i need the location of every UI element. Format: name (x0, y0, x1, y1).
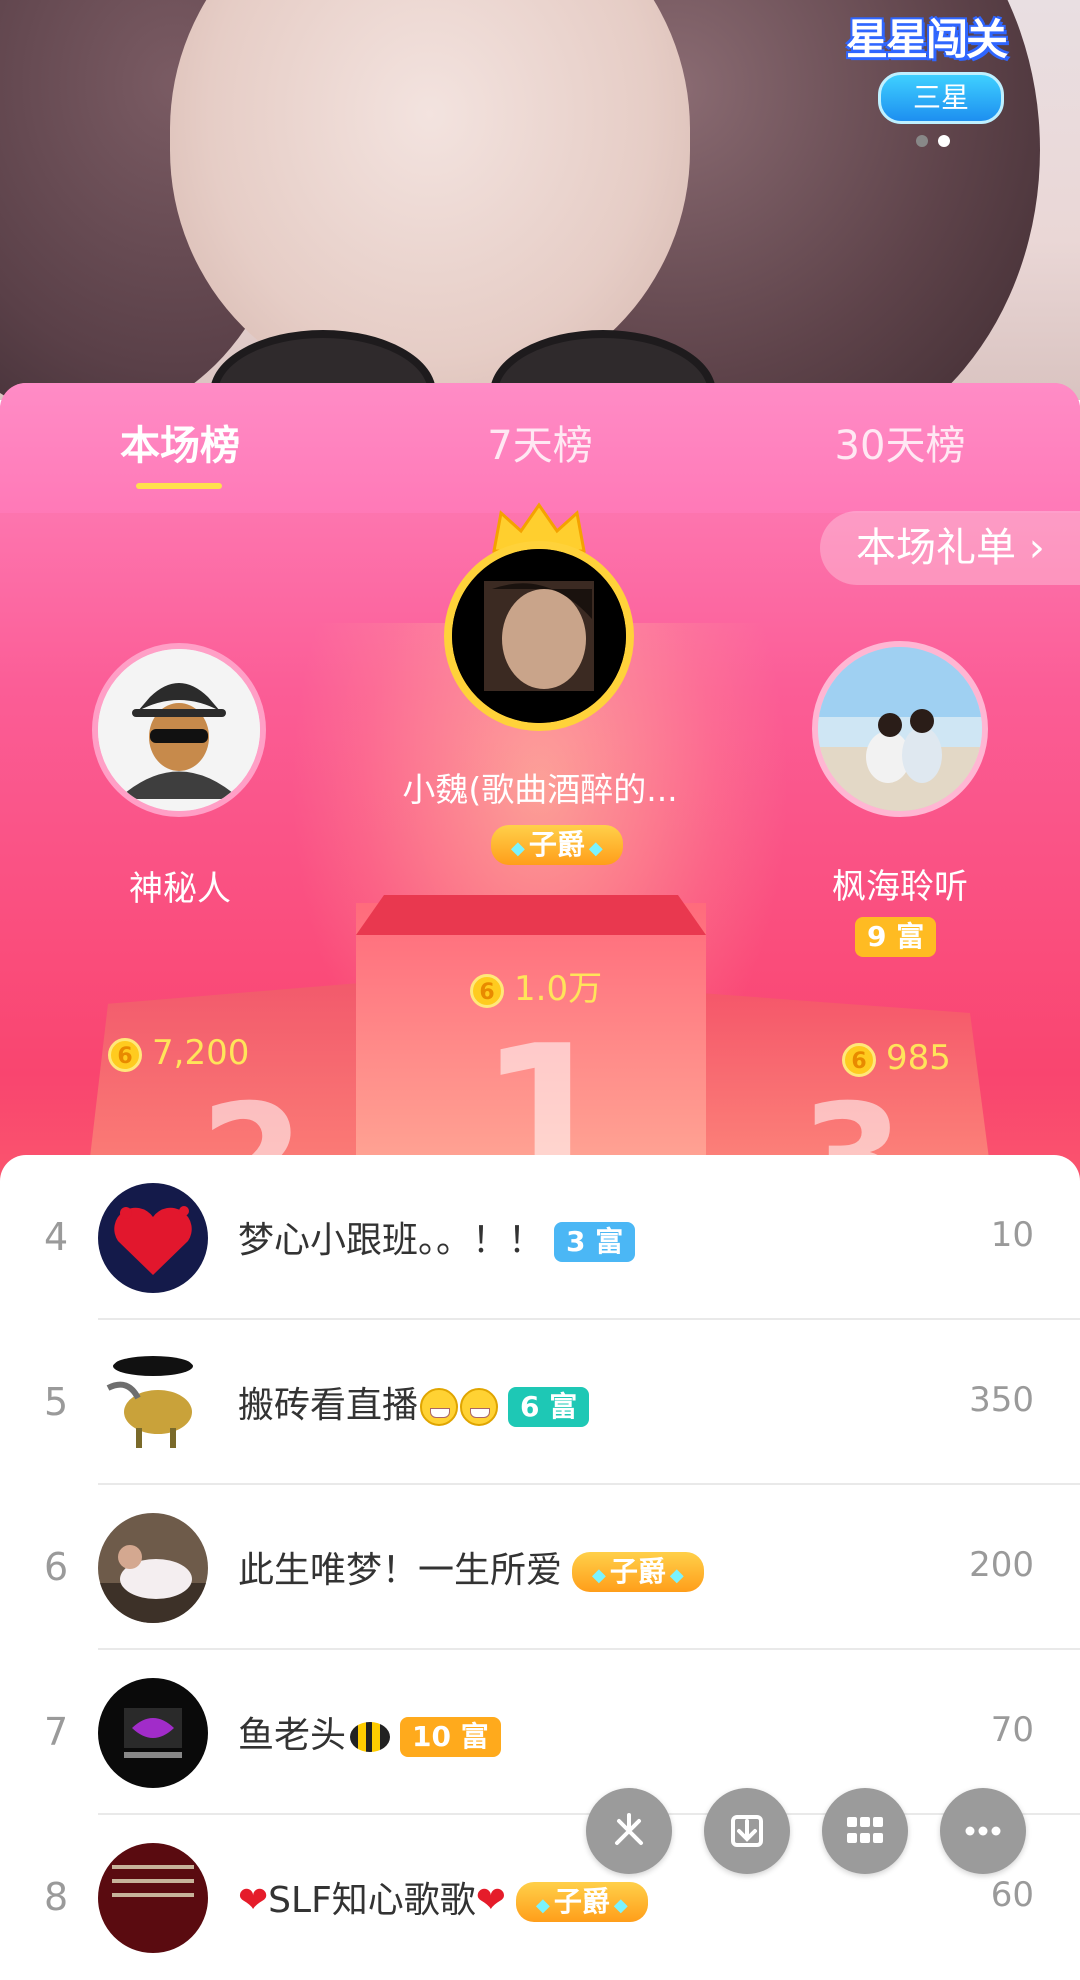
coin-icon: 6 (470, 973, 504, 1008)
top2-avatar-image (98, 649, 260, 811)
avatar[interactable] (98, 1843, 208, 1953)
list-item[interactable]: 4 梦心小跟班。。！！ 3 富 10 (0, 1155, 1080, 1320)
download-button[interactable] (704, 1788, 790, 1874)
score: 10 (990, 1215, 1034, 1255)
top3-avatar-image (818, 647, 982, 811)
avatar-image (98, 1843, 208, 1953)
page-dot (916, 135, 928, 147)
top2-avatar[interactable] (92, 643, 266, 817)
user-name: 搬砖看直播 (238, 1385, 419, 1426)
list-item-name-line: 搬砖看直播 6 富 (238, 1376, 590, 1428)
list-item-name-line: 此生唯梦！一生所爱子爵 (238, 1541, 704, 1593)
score: 350 (969, 1380, 1034, 1420)
fish-emoji-icon (350, 1722, 391, 1752)
gift-list-button[interactable]: 本场礼单 › (820, 511, 1080, 585)
list-item[interactable]: 7 鱼老头 10 富 70 (0, 1650, 1080, 1815)
avatar[interactable] (98, 1678, 208, 1788)
rich-level-badge: 3 富 (554, 1222, 636, 1262)
avatar-image (98, 1678, 208, 1788)
list-item-name-line: 鱼老头 10 富 (238, 1706, 501, 1758)
top1-score-value: 1.0万 (514, 969, 603, 1009)
heart-icon: ❤ (475, 1880, 506, 1921)
grin-emoji-icon (420, 1388, 459, 1426)
grid-button[interactable] (822, 1788, 908, 1874)
list-item-name-line: ❤SLF知心歌歌❤子爵 (238, 1871, 648, 1923)
top2-score: 6 7,200 (108, 1033, 249, 1073)
user-name: SLF知心歌歌 (268, 1880, 476, 1921)
top3-name: 枫海聆听 (832, 867, 968, 907)
live-video-background: 星星闯关 三星 (0, 0, 1080, 400)
score: 70 (990, 1710, 1034, 1750)
rank-number: 4 (44, 1215, 69, 1259)
list-item[interactable]: 8 ❤SLF知心歌歌❤子爵 60 (0, 1815, 1080, 1980)
user-name: 此生唯梦！一生所爱 (238, 1550, 563, 1591)
rich-level-badge: 6 富 (508, 1387, 590, 1427)
top1-name: 小魏(歌曲酒醉的... (402, 770, 678, 809)
rank-number: 6 (44, 1545, 69, 1589)
list-item[interactable]: 6 此生唯梦！一生所爱子爵 200 (0, 1485, 1080, 1650)
avatar-image (98, 1513, 208, 1623)
rank-number: 7 (44, 1710, 69, 1754)
top1-avatar-image (452, 549, 626, 723)
event-logo[interactable]: 星星闯关 (846, 6, 1026, 64)
share-icon (615, 1813, 643, 1845)
rank-number: 5 (44, 1380, 69, 1424)
leaderboard-tabs: 本场榜 7天榜 30天榜 (0, 383, 1080, 513)
grin-emoji-icon (460, 1388, 499, 1426)
avatar[interactable] (98, 1513, 208, 1623)
viscount-badge: 子爵 (515, 1882, 648, 1922)
top3-score-value: 985 (886, 1038, 951, 1078)
top1-rank-badge: 子爵 (491, 825, 623, 865)
avatar[interactable] (98, 1183, 208, 1293)
grid-icon (847, 1817, 883, 1843)
score: 60 (990, 1875, 1034, 1915)
tab-7-days[interactable]: 7天榜 (430, 413, 650, 471)
page-dot-active (938, 135, 950, 147)
more-button[interactable] (940, 1788, 1026, 1874)
coin-icon: 6 (842, 1042, 876, 1077)
ranking-list[interactable]: 4 梦心小跟班。。！！ 3 富 10 5 搬砖看直播 6 富 350 6 此生唯… (0, 1155, 1080, 1953)
event-level-badge[interactable]: 三星 (878, 72, 1004, 124)
coin-icon: 6 (108, 1037, 142, 1072)
top1-avatar[interactable] (444, 541, 634, 731)
avatar-image (98, 1348, 208, 1458)
avatar-image (98, 1183, 208, 1293)
user-name: 梦心小跟班。。！！ (238, 1220, 545, 1261)
top1-score: 6 1.0万 (470, 961, 602, 1010)
podium-first-top (356, 895, 706, 935)
heart-icon: ❤ (238, 1880, 269, 1921)
top2-score-value: 7,200 (152, 1033, 250, 1073)
top3-rich-badge: 9 富 (855, 917, 937, 957)
score: 200 (969, 1545, 1034, 1585)
tab-30-days[interactable]: 30天榜 (790, 413, 1010, 471)
user-name: 鱼老头 (238, 1715, 347, 1756)
more-icon (965, 1826, 1001, 1836)
list-item[interactable]: 5 搬砖看直播 6 富 350 (0, 1320, 1080, 1485)
download-icon (731, 1815, 763, 1847)
top3-avatar[interactable] (812, 641, 988, 817)
rank-number: 8 (44, 1875, 69, 1919)
top2-name: 神秘人 (129, 869, 231, 909)
avatar[interactable] (98, 1348, 208, 1458)
list-item-name-line: 梦心小跟班。。！！ 3 富 (238, 1211, 636, 1263)
rich-level-badge: 10 富 (400, 1717, 501, 1757)
active-tab-indicator (136, 483, 222, 489)
page-indicator (916, 132, 960, 151)
tab-this-session[interactable]: 本场榜 (70, 413, 290, 471)
top3-score: 6 985 (842, 1038, 951, 1078)
share-button[interactable] (586, 1788, 672, 1874)
viscount-badge: 子爵 (572, 1552, 704, 1592)
